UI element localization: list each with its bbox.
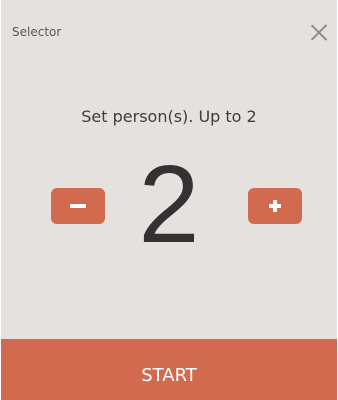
- selector-prompt: Set person(s). Up to 2: [81, 107, 257, 126]
- increment-button[interactable]: [248, 188, 302, 224]
- dialog-title: Selector: [12, 25, 62, 39]
- start-button[interactable]: START: [1, 339, 337, 400]
- selector-dialog: Selector Set person(s). Up to 2 2 START: [1, 0, 337, 400]
- close-icon[interactable]: [310, 23, 329, 42]
